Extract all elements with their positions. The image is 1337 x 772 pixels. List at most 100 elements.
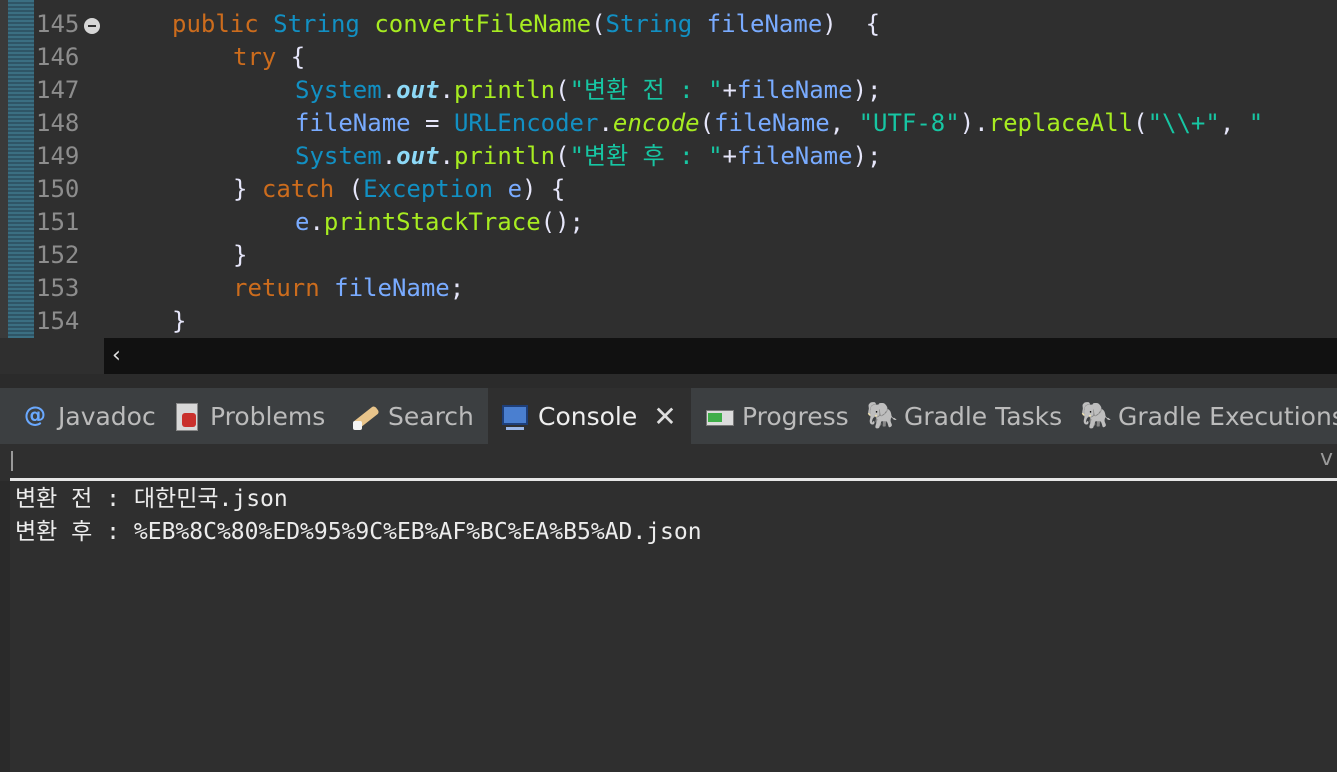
code-token: ( [555, 76, 570, 104]
tab-progress[interactable]: Progress [704, 388, 849, 444]
line-number: 147 [36, 76, 80, 104]
tab-search[interactable]: Search [350, 388, 474, 444]
close-icon[interactable]: ✕ [653, 400, 676, 433]
console-output[interactable]: 변환 전 : 대한민국.json 변환 후 : %EB%8C%80%ED%95%9… [0, 481, 1337, 772]
tab-label: Console [538, 401, 638, 431]
code-line[interactable]: 150} catch (Exception e) { [0, 173, 1337, 206]
line-number: 148 [36, 109, 80, 137]
code-text: System.out.println("변환 후 : "+fileName); [295, 140, 881, 173]
code-token: printStackTrace [323, 208, 541, 236]
tab-label: Gradle Executions [1118, 401, 1337, 431]
code-token: catch [261, 175, 335, 203]
code-token: ( [334, 175, 364, 203]
code-token: . [309, 208, 324, 236]
javadoc-icon: @ [24, 403, 46, 428]
fold-collapse-icon[interactable] [84, 18, 100, 34]
horizontal-scrollbar[interactable]: ‹ [104, 338, 1337, 374]
code-token: "UTF-8" [858, 109, 960, 137]
problems-icon [172, 401, 202, 431]
code-token: try [233, 43, 277, 71]
code-token: ) { [522, 175, 566, 203]
code-text: } [233, 239, 247, 272]
code-text: public String convertFileName(String fil… [172, 8, 880, 41]
search-icon [350, 401, 380, 431]
code-token: fileName [706, 10, 823, 38]
code-line[interactable]: 153 return fileName; [0, 272, 1337, 305]
tab-label: Progress [742, 401, 849, 431]
code-token: fileName [714, 109, 830, 137]
tab-label: Javadoc [58, 401, 156, 431]
scrollbar-gutter [0, 338, 104, 374]
code-text: e.printStackTrace(); [295, 206, 584, 239]
code-token: fileName [736, 76, 853, 104]
code-token: + [722, 76, 737, 104]
console-toolbar: v [0, 444, 1337, 478]
code-token: println [453, 76, 556, 104]
code-token: System [295, 76, 382, 104]
code-token: . [598, 109, 613, 137]
code-text: } catch (Exception e) { [233, 173, 565, 206]
toolbar-separator [11, 451, 13, 471]
code-token: "변환 전 : " [569, 76, 723, 104]
code-token: out [396, 76, 440, 104]
tab-gradle-tasks[interactable]: 🐘 Gradle Tasks [866, 388, 1062, 444]
code-token: ; [449, 274, 465, 302]
tab-console[interactable]: Console ✕ [488, 388, 691, 444]
code-token: . [381, 76, 397, 104]
code-token: . [439, 76, 454, 104]
scroll-left-icon[interactable]: ‹ [112, 344, 134, 368]
code-line[interactable]: 146 try { [0, 41, 1337, 74]
console-line: 변환 후 : %EB%8C%80%ED%95%9C%EB%AF%BC%EA%B5… [15, 519, 702, 545]
tab-javadoc[interactable]: @ Javadoc [20, 388, 156, 444]
progress-icon [704, 401, 734, 431]
code-token: = [410, 109, 454, 137]
tab-gradle-executions[interactable]: 🐘 Gradle Executions [1080, 388, 1337, 444]
code-token: ); [852, 76, 882, 104]
line-number: 149 [36, 142, 80, 170]
code-token: { [276, 43, 306, 71]
code-token: URLEncoder [453, 109, 599, 137]
code-token: ( [555, 142, 570, 170]
code-token: fileName [736, 142, 853, 170]
code-line[interactable]: 148 fileName = URLEncoder.encode(fileName… [0, 107, 1337, 140]
code-token: fileName [295, 109, 411, 137]
view-tab-bar: @ Javadoc Problems Search Console ✕ Progress 🐘 G… [0, 374, 1337, 444]
code-token: return [233, 274, 320, 302]
code-line[interactable]: 145 public String convertFileName(String … [0, 8, 1337, 41]
code-token: ) { [822, 10, 881, 38]
gradle-icon: 🐘 [1080, 401, 1113, 431]
code-line[interactable]: 151 e.printStackTrace(); [0, 206, 1337, 239]
code-line[interactable]: 154} [0, 305, 1337, 338]
tab-label: Gradle Tasks [904, 401, 1063, 431]
code-token: String [605, 10, 693, 38]
code-token: ( [699, 109, 715, 137]
code-token: replaceAll [988, 109, 1134, 137]
tab-label: Problems [210, 401, 326, 431]
code-token: } [233, 175, 262, 203]
code-line[interactable]: 147 System.out.println("변환 전 : "+fileName… [0, 74, 1337, 107]
code-token: ); [852, 142, 882, 170]
line-number: 146 [36, 43, 80, 71]
code-token: println [453, 142, 556, 170]
code-token: } [172, 307, 187, 335]
console-icon [500, 401, 530, 431]
code-token: , [1219, 109, 1249, 137]
code-token: out [396, 142, 440, 170]
code-text: return fileName; [233, 272, 464, 305]
code-line[interactable]: 149 System.out.println("변환 후 : "+fileName… [0, 140, 1337, 173]
code-line[interactable]: 152} [0, 239, 1337, 272]
code-editor[interactable]: 145 public String convertFileName(String … [0, 0, 1337, 338]
code-token: ( [591, 10, 606, 38]
code-token: , [829, 109, 859, 137]
toolbar-overflow-label[interactable]: v [1320, 446, 1333, 471]
tab-problems[interactable]: Problems [172, 388, 325, 444]
tab-label: Search [388, 401, 474, 431]
code-token: e [507, 175, 523, 203]
code-text: fileName = URLEncoder.encode(fileName, "… [295, 107, 1263, 140]
console-border [0, 481, 10, 772]
code-token: (); [540, 208, 585, 236]
